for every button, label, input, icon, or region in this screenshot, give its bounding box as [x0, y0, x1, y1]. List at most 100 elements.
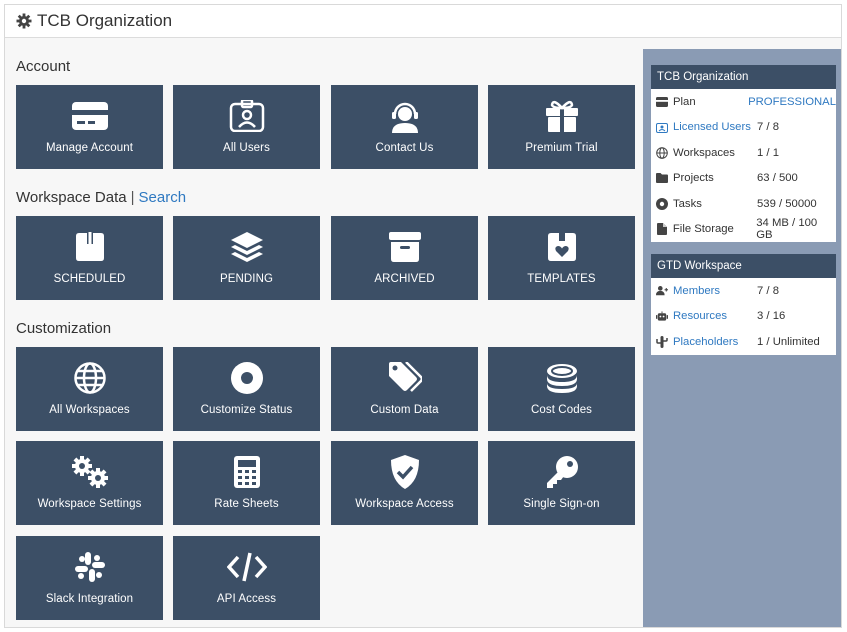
org-row-label: Projects: [673, 172, 714, 185]
page-title: TCB Organization: [37, 11, 173, 30]
placeholders-value: 1 / Unlimited: [757, 335, 820, 348]
tile-label: Premium Trial: [525, 142, 598, 154]
headset-icon: [385, 99, 425, 133]
id-badge-icon: [656, 121, 668, 133]
all-workspaces-tile[interactable]: All Workspaces: [16, 347, 163, 431]
credit-card-icon: [70, 99, 110, 133]
section-account-label: Account: [16, 58, 71, 75]
gear-icon: [16, 13, 32, 29]
pending-tile[interactable]: PENDING: [173, 216, 320, 300]
rate-sheets-tile[interactable]: Rate Sheets: [173, 441, 320, 525]
tasks-value: 539 / 50000: [757, 197, 817, 210]
user-plus-icon: [656, 285, 668, 297]
templates-tile[interactable]: TEMPLATES: [488, 216, 635, 300]
workspace-panel-title: GTD Workspace: [651, 254, 836, 278]
file-icon: [656, 223, 668, 236]
section-customization-label: Customization: [16, 320, 112, 337]
archived-tile[interactable]: ARCHIVED: [331, 216, 478, 300]
tile-label: PENDING: [219, 273, 274, 285]
org-row-plan: Plan PROFESSIONAL: [651, 89, 836, 115]
tile-label: Custom Data: [370, 404, 439, 416]
single-sign-on-tile[interactable]: Single Sign-on: [488, 441, 635, 525]
licensed-users-link[interactable]: Licensed Users: [673, 121, 757, 133]
workspace-row-members: Members 7 / 8: [651, 278, 836, 304]
tile-label: All Workspaces: [49, 404, 130, 416]
tile-label: Workspace Settings: [37, 498, 142, 510]
section-separator: |: [130, 189, 135, 206]
tile-label: Customize Status: [200, 404, 293, 416]
code-icon: [226, 550, 267, 584]
cost-codes-tile[interactable]: Cost Codes: [488, 347, 635, 431]
all-users-tile[interactable]: All Users: [173, 85, 320, 169]
tags-icon: [385, 361, 425, 395]
customize-status-tile[interactable]: Customize Status: [173, 347, 320, 431]
tile-label: Contact Us: [375, 142, 434, 154]
scheduled-tile[interactable]: SCHEDULED: [16, 216, 163, 300]
key-icon: [542, 455, 582, 489]
org-row-label: Workspaces: [673, 146, 735, 159]
tile-label: API Access: [216, 593, 277, 605]
tile-label: All Users: [223, 142, 270, 154]
tile-label: Manage Account: [45, 142, 134, 154]
org-summary-panel: TCB Organization Plan PROFESSIONAL Licen…: [651, 65, 836, 242]
resources-value: 3 / 16: [757, 310, 786, 323]
org-row-label: File Storage: [672, 223, 734, 236]
projects-value: 63 / 500: [757, 172, 798, 185]
tile-label: Cost Codes: [530, 404, 593, 416]
archive-icon: [385, 230, 425, 264]
page-header: TCB Organization: [5, 5, 841, 38]
tile-label: SCHEDULED: [53, 273, 126, 285]
box-open-icon: [70, 230, 110, 264]
org-row-workspaces: Workspaces 1 / 1: [651, 140, 836, 166]
resources-link[interactable]: Resources: [673, 310, 757, 322]
placeholders-link[interactable]: Placeholders: [673, 336, 757, 348]
org-row-label: Plan: [673, 95, 696, 108]
calculator-icon: [227, 455, 267, 489]
tile-label: Slack Integration: [45, 593, 134, 605]
members-value: 7 / 8: [757, 284, 779, 297]
gears-icon: [70, 455, 110, 489]
workspace-summary-panel: GTD Workspace Members 7 / 8 Resources 3 …: [651, 254, 836, 355]
org-row-licensed-users: Licensed Users 7 / 8: [651, 115, 836, 141]
custom-data-tile[interactable]: Custom Data: [331, 347, 478, 431]
tile-label: TEMPLATES: [527, 273, 596, 285]
api-access-tile[interactable]: API Access: [173, 536, 320, 620]
slack-icon: [70, 550, 110, 584]
globe-icon: [70, 361, 110, 395]
licensed-users-value: 7 / 8: [757, 121, 779, 134]
section-workspace-data-title: Workspace Data: [16, 189, 127, 206]
org-row-file-storage: File Storage 34 MB / 100 GB: [651, 217, 836, 243]
search-link[interactable]: Search: [139, 189, 187, 206]
members-link[interactable]: Members: [673, 285, 757, 297]
coins-icon: [542, 361, 582, 395]
box-heart-icon: [542, 230, 582, 264]
manage-account-tile[interactable]: Manage Account: [16, 85, 163, 169]
tile-label: ARCHIVED: [374, 273, 435, 285]
file-storage-value: 34 MB / 100 GB: [756, 217, 818, 242]
contact-us-tile[interactable]: Contact Us: [331, 85, 478, 169]
section-workspace-data-label: Workspace Data | Search: [16, 189, 186, 206]
workspace-row-placeholders: Placeholders 1 / Unlimited: [651, 329, 836, 355]
sidebar: TCB Organization Plan PROFESSIONAL Licen…: [643, 49, 841, 627]
premium-trial-tile[interactable]: Premium Trial: [488, 85, 635, 169]
dot-circle-icon: [656, 197, 668, 210]
globe-icon: [656, 146, 668, 159]
tile-label: Single Sign-on: [523, 498, 600, 510]
workspace-row-resources: Resources 3 / 16: [651, 304, 836, 330]
tile-label: Workspace Access: [355, 498, 454, 510]
cactus-icon: [656, 335, 668, 348]
slack-integration-tile[interactable]: Slack Integration: [16, 536, 163, 620]
org-row-projects: Projects 63 / 500: [651, 166, 836, 192]
org-settings-frame: TCB Organization Account Manage Account …: [4, 4, 842, 628]
workspace-settings-tile[interactable]: Workspace Settings: [16, 441, 163, 525]
workspaces-value: 1 / 1: [757, 146, 779, 159]
dot-circle-icon: [227, 361, 267, 395]
layers-icon: [227, 230, 267, 264]
tile-label: Rate Sheets: [214, 498, 279, 510]
folder-icon: [656, 172, 668, 184]
workspace-access-tile[interactable]: Workspace Access: [331, 441, 478, 525]
org-row-tasks: Tasks 539 / 50000: [651, 191, 836, 217]
credit-card-icon: [656, 96, 668, 108]
robot-icon: [656, 310, 668, 322]
gift-icon: [542, 99, 582, 133]
